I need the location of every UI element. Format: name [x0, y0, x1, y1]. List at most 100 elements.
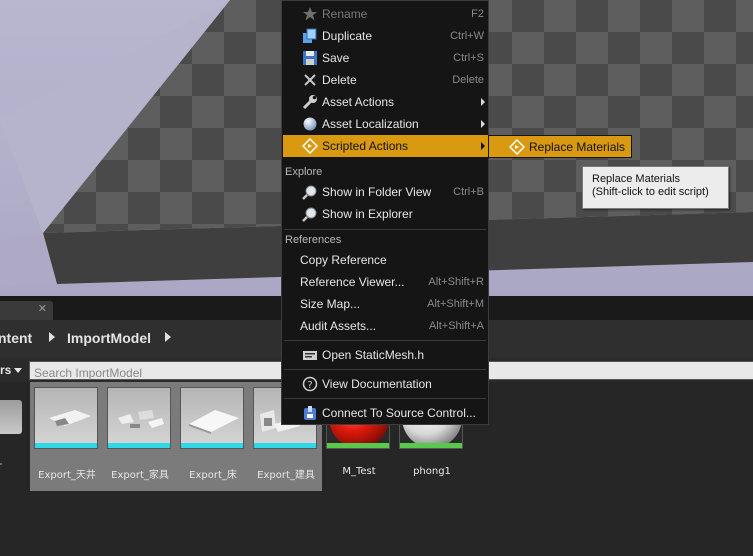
section-header-explore: Explore: [285, 166, 323, 178]
menu-item-asset-localization[interactable]: Asset Localization: [282, 113, 488, 135]
close-icon[interactable]: ✕: [38, 302, 47, 315]
menu-item-label: Open StaticMesh.h: [322, 348, 425, 362]
chevron-right-icon[interactable]: [49, 332, 55, 342]
static-mesh-thumbnail: [107, 387, 171, 449]
svg-text:?: ?: [307, 380, 312, 391]
asset-tile[interactable]: Export_天井: [34, 387, 100, 481]
help-icon: ?: [302, 376, 318, 392]
menu-item-label: Replace Materials: [529, 140, 626, 154]
menu-item-label: Reference Viewer...: [300, 275, 405, 289]
star-icon: [303, 7, 317, 21]
asset-type-bar: [35, 443, 97, 448]
menu-divider: [284, 369, 486, 370]
diamond-script-icon: [509, 139, 525, 155]
asset-name: Export_床: [189, 470, 237, 481]
tooltip-title: Replace Materials: [592, 173, 681, 185]
filters-button[interactable]: rs: [0, 363, 23, 377]
menu-item-label: Show in Explorer: [322, 207, 413, 221]
magnifier-icon: [302, 207, 317, 222]
menu-item-open-source[interactable]: Open StaticMesh.h: [282, 344, 488, 366]
shortcut-label: Ctrl+B: [453, 186, 484, 198]
submenu-arrow-icon: [481, 98, 485, 106]
asset-type-bar: [108, 443, 170, 448]
menu-item-label: Audit Assets...: [300, 319, 377, 333]
source-file-icon: [303, 351, 317, 360]
globe-icon: [303, 117, 317, 131]
shortcut-label: Alt+Shift+M: [427, 298, 484, 310]
asset-tile[interactable]: Export_家具: [107, 387, 173, 481]
close-icon: [304, 74, 316, 86]
diamond-script-icon: [302, 138, 318, 154]
menu-item-reference-viewer[interactable]: Reference Viewer... Alt+Shift+R: [282, 271, 488, 293]
menu-item-label: Scripted Actions: [322, 139, 409, 153]
content-browser-tab[interactable]: ✕: [0, 301, 53, 320]
menu-item-delete[interactable]: Delete Delete: [282, 69, 488, 91]
shortcut-label: Alt+Shift+R: [428, 276, 484, 288]
menu-item-asset-actions[interactable]: Asset Actions: [282, 91, 488, 113]
menu-item-label: Size Map...: [300, 297, 361, 311]
folder-icon[interactable]: [0, 400, 22, 434]
menu-item-label: View Documentation: [322, 377, 432, 391]
menu-item-replace-materials[interactable]: Replace Materials: [488, 135, 632, 158]
asset-type-bar: [254, 443, 316, 448]
menu-item-audit-assets[interactable]: Audit Assets... Alt+Shift+A: [282, 315, 488, 337]
chevron-right-icon[interactable]: [165, 332, 171, 342]
asset-tile[interactable]: Export_床: [180, 387, 246, 481]
magnifier-icon: [302, 185, 317, 200]
folder-label: older: [0, 461, 14, 472]
wrench-icon: [302, 95, 317, 110]
save-icon: [303, 51, 317, 65]
menu-item-source-control[interactable]: Connect To Source Control...: [282, 402, 488, 424]
asset-type-bar: [400, 443, 462, 448]
menu-item-view-documentation[interactable]: ? View Documentation: [282, 373, 488, 395]
filters-label: rs: [0, 363, 12, 377]
tooltip-hint: (Shift-click to edit script): [592, 186, 709, 198]
asset-context-menu: Rename F2 Duplicate Ctrl+W Save Ctrl+S D…: [281, 0, 489, 425]
menu-item-scripted-actions[interactable]: Scripted Actions: [283, 135, 488, 157]
menu-item-label: Duplicate: [322, 29, 373, 43]
chevron-down-icon: [14, 368, 23, 374]
menu-item-show-in-explorer[interactable]: Show in Explorer: [282, 203, 488, 225]
menu-item-save[interactable]: Save Ctrl+S: [282, 47, 488, 69]
duplicate-icon: [303, 28, 317, 43]
menu-item-label: Delete: [322, 73, 357, 87]
menu-item-duplicate[interactable]: Duplicate Ctrl+W: [282, 25, 488, 47]
section-header-references: References: [285, 234, 342, 246]
menu-item-label: Rename: [322, 7, 368, 21]
tooltip: Replace Materials (Shift-click to edit s…: [582, 166, 729, 209]
menu-item-label: Show in Folder View: [322, 185, 432, 199]
menu-divider: [284, 398, 486, 399]
shortcut-label: Alt+Shift+A: [428, 320, 484, 332]
menu-item-label: Copy Reference: [300, 253, 387, 267]
static-mesh-thumbnail: [34, 387, 98, 449]
static-mesh-thumbnail: [180, 387, 244, 449]
asset-type-bar: [181, 443, 243, 448]
menu-item-size-map[interactable]: Size Map... Alt+Shift+M: [282, 293, 488, 315]
mesh-preview: [49, 410, 91, 426]
menu-item-label: Connect To Source Control...: [322, 406, 476, 420]
menu-item-rename[interactable]: Rename F2: [282, 3, 488, 25]
asset-name: phong1: [413, 466, 451, 477]
shortcut-label: Ctrl+W: [450, 30, 484, 42]
menu-item-label: Save: [322, 51, 350, 65]
shortcut-label: F2: [471, 8, 484, 20]
asset-name: Export_建具: [257, 470, 315, 481]
asset-name: Export_家具: [111, 470, 169, 481]
submenu-arrow-icon: [481, 120, 485, 128]
shortcut-label: Ctrl+S: [453, 52, 484, 64]
menu-item-label: Asset Localization: [322, 117, 419, 131]
menu-divider: [284, 340, 486, 341]
asset-name: Export_天井: [38, 470, 96, 481]
mesh-preview: [118, 410, 164, 428]
submenu-arrow-icon: [481, 142, 485, 150]
breadcrumb-item-content[interactable]: ntent: [0, 330, 32, 346]
asset-name: M_Test: [342, 466, 376, 477]
asset-type-bar: [327, 443, 389, 448]
shortcut-label: Delete: [452, 74, 484, 86]
menu-item-copy-reference[interactable]: Copy Reference: [282, 249, 488, 271]
breadcrumb-item-importmodel[interactable]: ImportModel: [67, 330, 151, 346]
menu-item-label: Asset Actions: [322, 95, 395, 109]
menu-item-show-in-folder-view[interactable]: Show in Folder View Ctrl+B: [282, 181, 488, 203]
menu-divider: [284, 229, 486, 230]
mesh-preview: [189, 410, 239, 434]
